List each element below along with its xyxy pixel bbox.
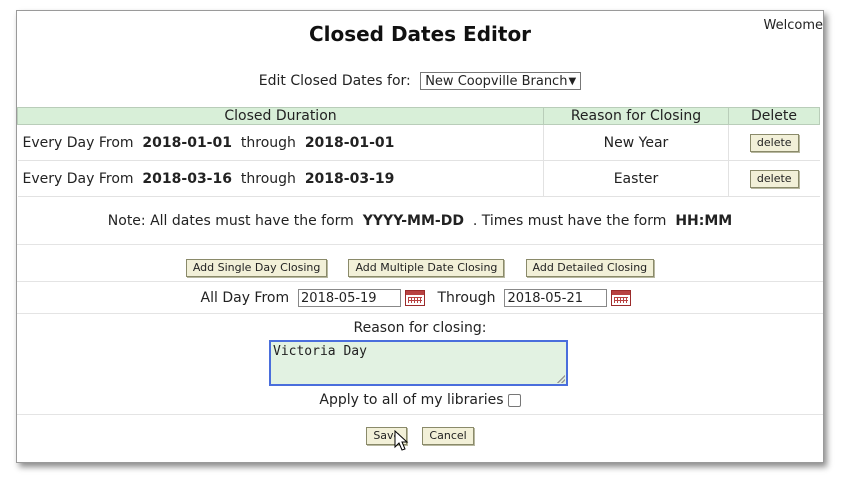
duration-start: 2018-03-16 <box>142 170 232 187</box>
table-row: Every Day From 2018-01-01 through 2018-0… <box>17 124 820 161</box>
from-label: All Day From <box>200 290 290 306</box>
format-note: Note: All dates must have the form YYYY-… <box>17 213 823 229</box>
add-single-day-closing-button[interactable]: Add Single Day Closing <box>185 259 328 277</box>
add-closing-buttons: Add Single Day Closing Add Multiple Date… <box>17 256 823 277</box>
note-text-1: Note: All dates must have the form <box>107 213 354 229</box>
duration-start: 2018-01-01 <box>142 134 232 151</box>
closed-dates-table: Closed Duration Reason for Closing Delet… <box>17 107 820 197</box>
duration-prefix: Every Day From <box>22 134 134 151</box>
reason-textarea-value: Victoria Day <box>273 344 367 359</box>
delete-cell: delete <box>728 160 820 197</box>
cancel-button[interactable]: Cancel <box>422 427 474 445</box>
delete-button[interactable]: delete <box>749 133 799 152</box>
chevron-down-icon: ▼ <box>568 76 577 87</box>
mouse-pointer-icon <box>394 430 409 451</box>
branch-select-value: New Coopville Branch <box>425 74 568 89</box>
from-date-input[interactable]: 2018-05-19 <box>298 289 402 307</box>
divider <box>17 281 823 282</box>
note-time-format: HH:MM <box>675 213 733 229</box>
duration-end: 2018-01-01 <box>304 134 395 151</box>
through-date-input[interactable]: 2018-05-21 <box>504 289 608 307</box>
closed-duration-cell: Every Day From 2018-01-01 through 2018-0… <box>17 124 544 161</box>
delete-cell: delete <box>728 124 820 161</box>
date-range-row: All Day From 2018-05-19 Through 2018-05-… <box>17 289 823 307</box>
apply-all-label: Apply to all of my libraries <box>319 392 504 408</box>
add-multiple-date-closing-button[interactable]: Add Multiple Date Closing <box>348 259 505 277</box>
page-title: Closed Dates Editor <box>308 22 532 46</box>
through-label: Through <box>437 290 496 306</box>
branch-select-row: Edit Closed Dates for: New Coopville Bra… <box>17 72 823 90</box>
calendar-icon[interactable] <box>611 290 632 306</box>
save-cancel-row: Save Cancel <box>17 424 823 445</box>
delete-button[interactable]: delete <box>749 169 799 188</box>
duration-through: through <box>240 134 296 151</box>
header-reason: Reason for Closing <box>543 107 729 125</box>
apply-all-row: Apply to all of my libraries <box>17 392 823 408</box>
divider <box>17 414 823 415</box>
reason-cell: New Year <box>543 124 729 161</box>
note-date-format: YYYY-MM-DD <box>362 213 464 229</box>
duration-end: 2018-03-19 <box>304 170 395 187</box>
duration-through: through <box>240 170 296 187</box>
reason-label: Reason for closing: <box>353 320 487 336</box>
divider <box>17 313 823 314</box>
branch-select-label: Edit Closed Dates for: <box>258 73 411 89</box>
branch-select[interactable]: New Coopville Branch ▼ <box>420 72 582 90</box>
divider <box>17 244 823 245</box>
closed-duration-cell: Every Day From 2018-03-16 through 2018-0… <box>17 160 544 197</box>
reason-cell: Easter <box>543 160 729 197</box>
resize-grip-icon[interactable] <box>557 375 565 383</box>
add-detailed-closing-button[interactable]: Add Detailed Closing <box>525 259 655 277</box>
calendar-icon[interactable] <box>405 290 426 306</box>
header-delete: Delete <box>728 107 820 125</box>
reason-textarea[interactable]: Victoria Day <box>269 340 568 386</box>
duration-prefix: Every Day From <box>22 170 134 187</box>
table-row: Every Day From 2018-03-16 through 2018-0… <box>17 160 820 197</box>
apply-all-checkbox[interactable] <box>507 393 521 407</box>
header-closed-duration: Closed Duration <box>17 107 544 125</box>
closed-dates-editor-window: Welcome Closed Dates Editor Edit Closed … <box>16 10 824 463</box>
note-text-2: . Times must have the form <box>472 213 667 229</box>
